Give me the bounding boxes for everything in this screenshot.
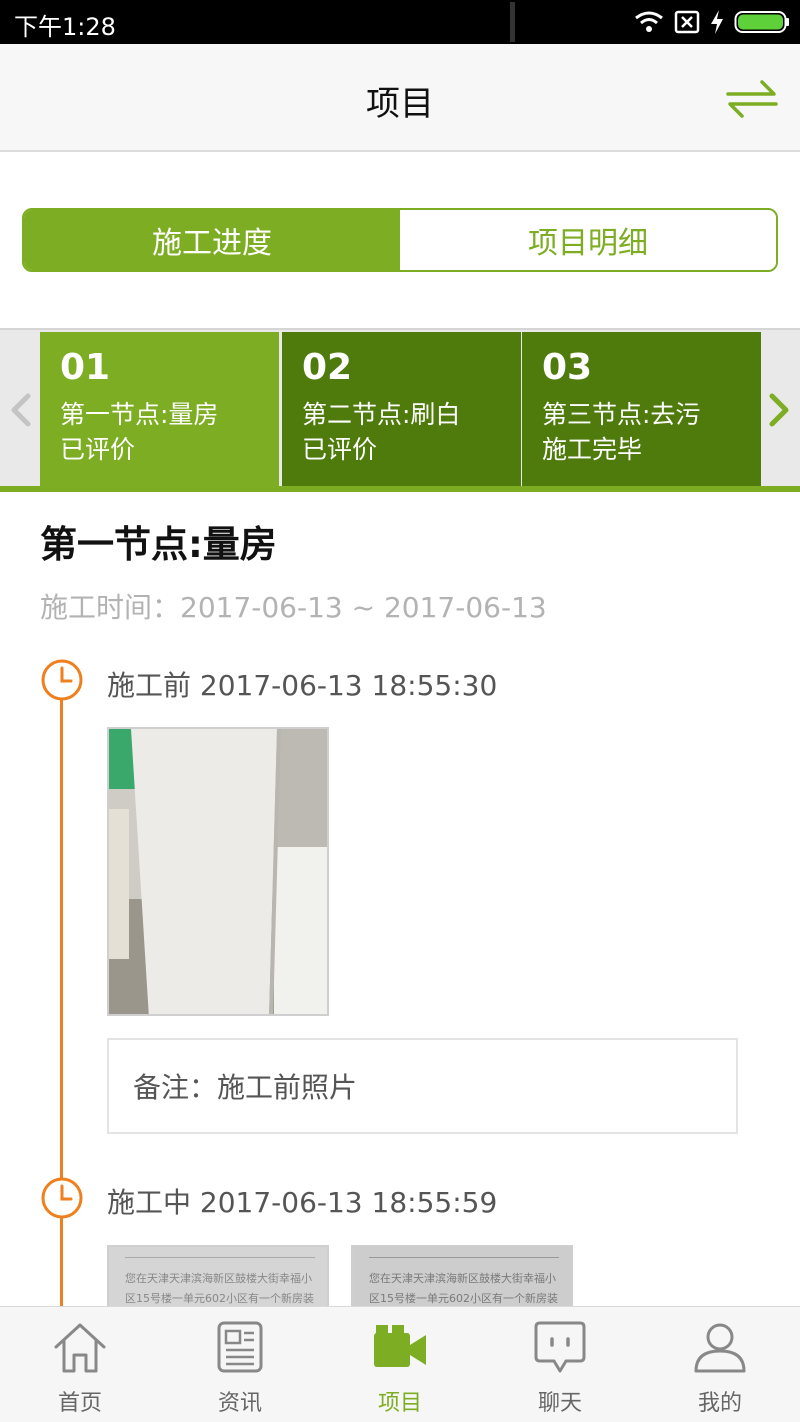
node-card-2[interactable]: 02 第二节点:刷白 已评价 <box>282 332 521 488</box>
nav-label: 资讯 <box>217 1391 262 1416</box>
nav-label: 首页 <box>57 1391 102 1416</box>
charging-icon <box>711 10 723 34</box>
title-bar: 项目 <box>0 44 800 152</box>
node-state: 已评价 <box>60 435 136 464</box>
construction-period: 施工时间：2017-06-13 ~ 2017-06-13 <box>40 591 547 624</box>
remark-text: 备注：施工前照片 <box>133 1071 358 1104</box>
photo-rule <box>125 1257 315 1258</box>
chevron-left-icon[interactable] <box>2 390 42 430</box>
node-card-1[interactable]: 01 第一节点:量房 已评价 <box>40 332 279 488</box>
home-icon <box>54 1323 106 1373</box>
no-sim-icon <box>674 10 700 34</box>
chat-icon <box>534 1321 586 1373</box>
status-icons <box>634 8 790 36</box>
status-divider <box>510 2 515 42</box>
nav-news[interactable]: 资讯 <box>160 1307 320 1422</box>
node-number: 03 <box>542 347 593 388</box>
nav-label: 我的 <box>697 1391 742 1416</box>
nav-home[interactable]: 首页 <box>0 1307 160 1422</box>
timeline-entry-title: 施工中 2017-06-13 18:55:59 <box>107 1186 498 1219</box>
node-name: 第二节点:刷白 <box>302 400 461 429</box>
construction-photo[interactable]: 您在天津天津滨海新区鼓楼大街幸福小区15号楼一单元602小区有一个新房装修。 <box>107 1245 329 1315</box>
node-name: 第三节点:去污 <box>542 400 701 429</box>
node-detail-title: 第一节点:量房 <box>40 523 277 566</box>
video-camera-icon <box>374 1325 426 1367</box>
battery-icon <box>734 11 789 33</box>
nav-label: 项目 <box>377 1391 422 1416</box>
nav-mine[interactable]: 我的 <box>640 1307 800 1422</box>
tab-project-details[interactable]: 项目明细 <box>400 210 776 270</box>
news-icon <box>217 1321 263 1373</box>
nav-project[interactable]: 项目 <box>320 1307 480 1422</box>
bottom-nav: 首页 资讯 项目 聊天 我的 <box>0 1306 800 1422</box>
construction-photo[interactable]: 您在天津天津滨海新区鼓楼大街幸福小区15号楼一单元602小区有一个新房装修。 <box>351 1245 573 1315</box>
construction-photo[interactable] <box>107 727 329 1016</box>
node-name: 第一节点:量房 <box>60 400 219 429</box>
status-bar: 下午1:28 <box>0 0 800 44</box>
page-title: 项目 <box>366 84 434 124</box>
wifi-icon <box>635 11 663 32</box>
node-number: 01 <box>60 347 111 388</box>
node-number: 02 <box>302 347 353 388</box>
nav-chat[interactable]: 聊天 <box>480 1307 640 1422</box>
node-card-3[interactable]: 03 第三节点:去污 施工完毕 <box>522 332 761 488</box>
node-carousel: 01 第一节点:量房 已评价 02 第二节点:刷白 已评价 03 第三节点:去污… <box>0 328 800 488</box>
photo-rule <box>369 1257 559 1258</box>
node-state: 已评价 <box>302 435 378 464</box>
timeline-entry-title: 施工前 2017-06-13 18:55:30 <box>107 669 498 702</box>
clock-icon <box>41 1177 83 1219</box>
user-icon <box>694 1323 746 1373</box>
node-state: 施工完毕 <box>542 435 643 464</box>
segmented-tabs: 施工进度 项目明细 <box>22 208 778 272</box>
chevron-right-icon[interactable] <box>758 390 798 430</box>
status-time: 下午1:28 <box>14 13 116 41</box>
tab-construction-progress[interactable]: 施工进度 <box>24 210 400 270</box>
node-divider <box>0 486 800 492</box>
nav-label: 聊天 <box>537 1391 582 1416</box>
switch-arrows-icon[interactable] <box>724 74 780 124</box>
clock-icon <box>41 659 83 701</box>
remark-box: 备注：施工前照片 <box>107 1038 738 1134</box>
